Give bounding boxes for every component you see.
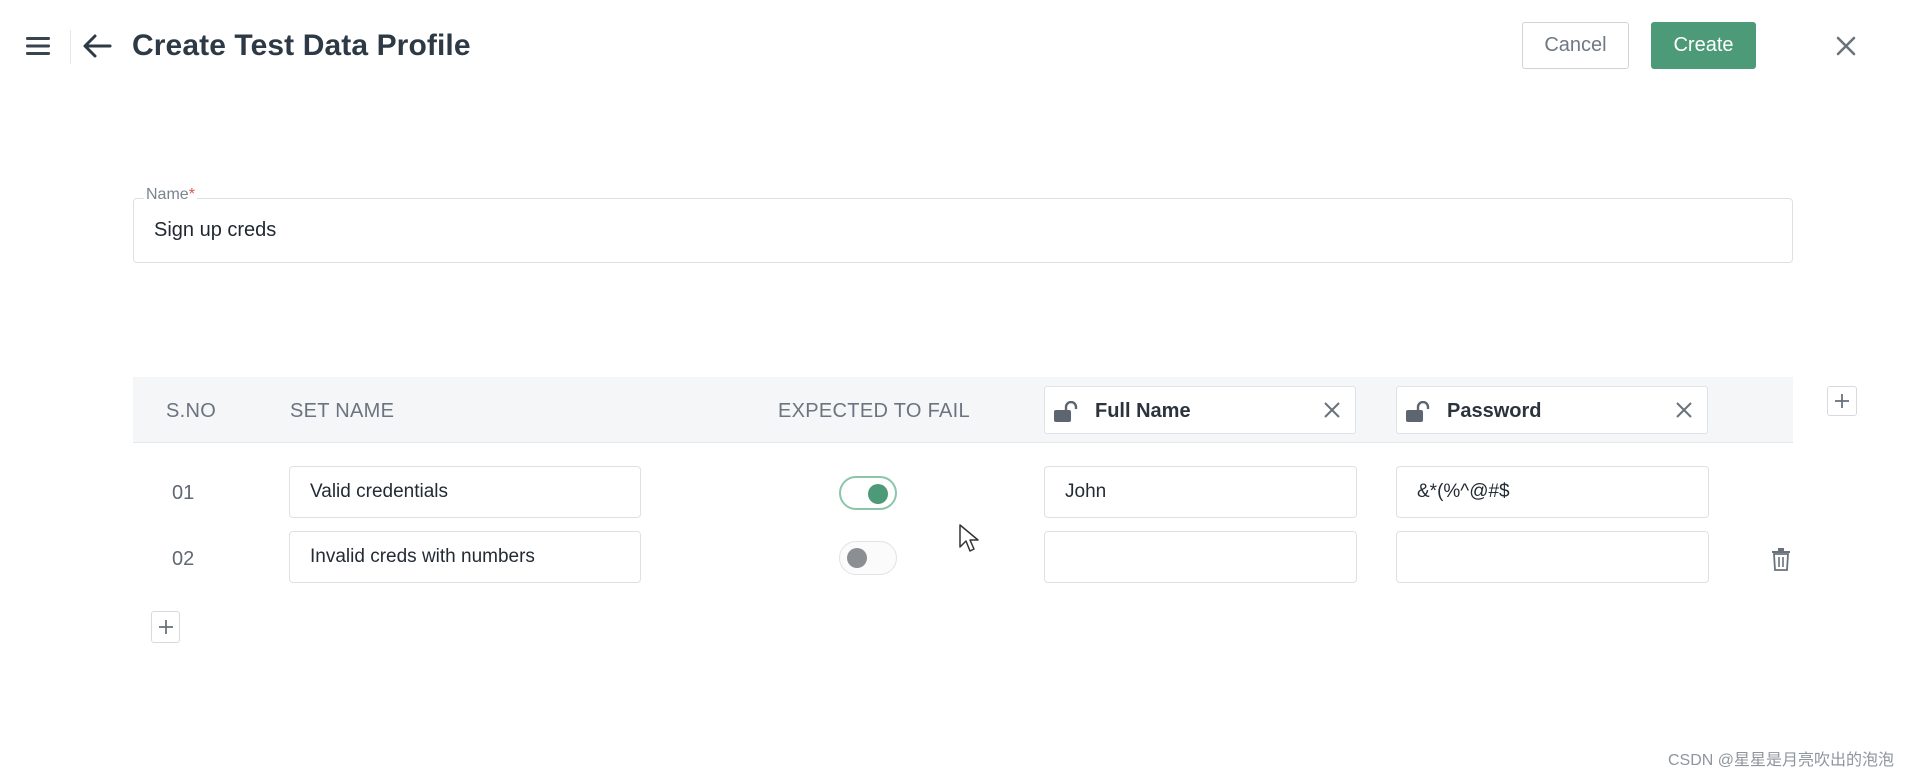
- add-row-button[interactable]: [151, 611, 180, 643]
- close-icon[interactable]: [1830, 30, 1862, 62]
- name-input-value: Sign up creds: [154, 219, 277, 241]
- header-divider: [70, 30, 71, 64]
- row-1-sno: 01: [172, 482, 195, 504]
- required-mark: *: [188, 186, 195, 203]
- plus-icon: [1835, 394, 1849, 408]
- mouse-cursor-icon: [958, 523, 982, 560]
- back-arrow-icon[interactable]: [80, 30, 114, 62]
- add-column-button[interactable]: [1827, 386, 1857, 416]
- row-2-set-name-input[interactable]: Invalid creds with numbers: [289, 531, 641, 583]
- row-1-full-name-input[interactable]: John: [1044, 466, 1357, 518]
- page-title: Create Test Data Profile: [132, 29, 471, 62]
- delete-row-trash-icon[interactable]: [1766, 544, 1796, 574]
- create-button[interactable]: Create: [1651, 22, 1756, 69]
- column-header-expected-to-fail: EXPECTED TO FAIL: [778, 400, 970, 422]
- column-header-set-name: SET NAME: [290, 400, 395, 422]
- row-2-sno: 02: [172, 548, 195, 570]
- unlock-icon[interactable]: [1053, 400, 1081, 428]
- toggle-knob: [868, 484, 888, 504]
- column-chip-full-name[interactable]: Full Name: [1044, 386, 1356, 434]
- unlock-icon[interactable]: [1405, 400, 1433, 428]
- cancel-button[interactable]: Cancel: [1522, 22, 1629, 69]
- menu-icon[interactable]: [22, 32, 54, 60]
- row-1-set-name-input[interactable]: Valid credentials: [289, 466, 641, 518]
- column-chip-password[interactable]: Password: [1396, 386, 1708, 434]
- row-1-expected-to-fail-toggle[interactable]: [839, 476, 897, 510]
- name-field[interactable]: Sign up creds: [133, 198, 1793, 263]
- row-2-full-name-input[interactable]: [1044, 531, 1357, 583]
- name-label-text: Name: [146, 186, 189, 203]
- plus-icon: [158, 620, 173, 634]
- watermark: CSDN @星星是月亮吹出的泡泡: [1667, 752, 1894, 769]
- column-label-full-name: Full Name: [1095, 400, 1191, 422]
- row-2-expected-to-fail-toggle[interactable]: [839, 541, 897, 575]
- name-label: Name*: [144, 186, 197, 204]
- column-header-sno: S.NO: [166, 400, 217, 422]
- remove-column-full-name-icon[interactable]: [1321, 399, 1343, 426]
- column-label-password: Password: [1447, 400, 1542, 422]
- remove-column-password-icon[interactable]: [1673, 399, 1695, 426]
- row-2-password-input[interactable]: [1396, 531, 1709, 583]
- toggle-knob: [847, 548, 867, 568]
- row-1-password-input[interactable]: &*(%^@#$: [1396, 466, 1709, 518]
